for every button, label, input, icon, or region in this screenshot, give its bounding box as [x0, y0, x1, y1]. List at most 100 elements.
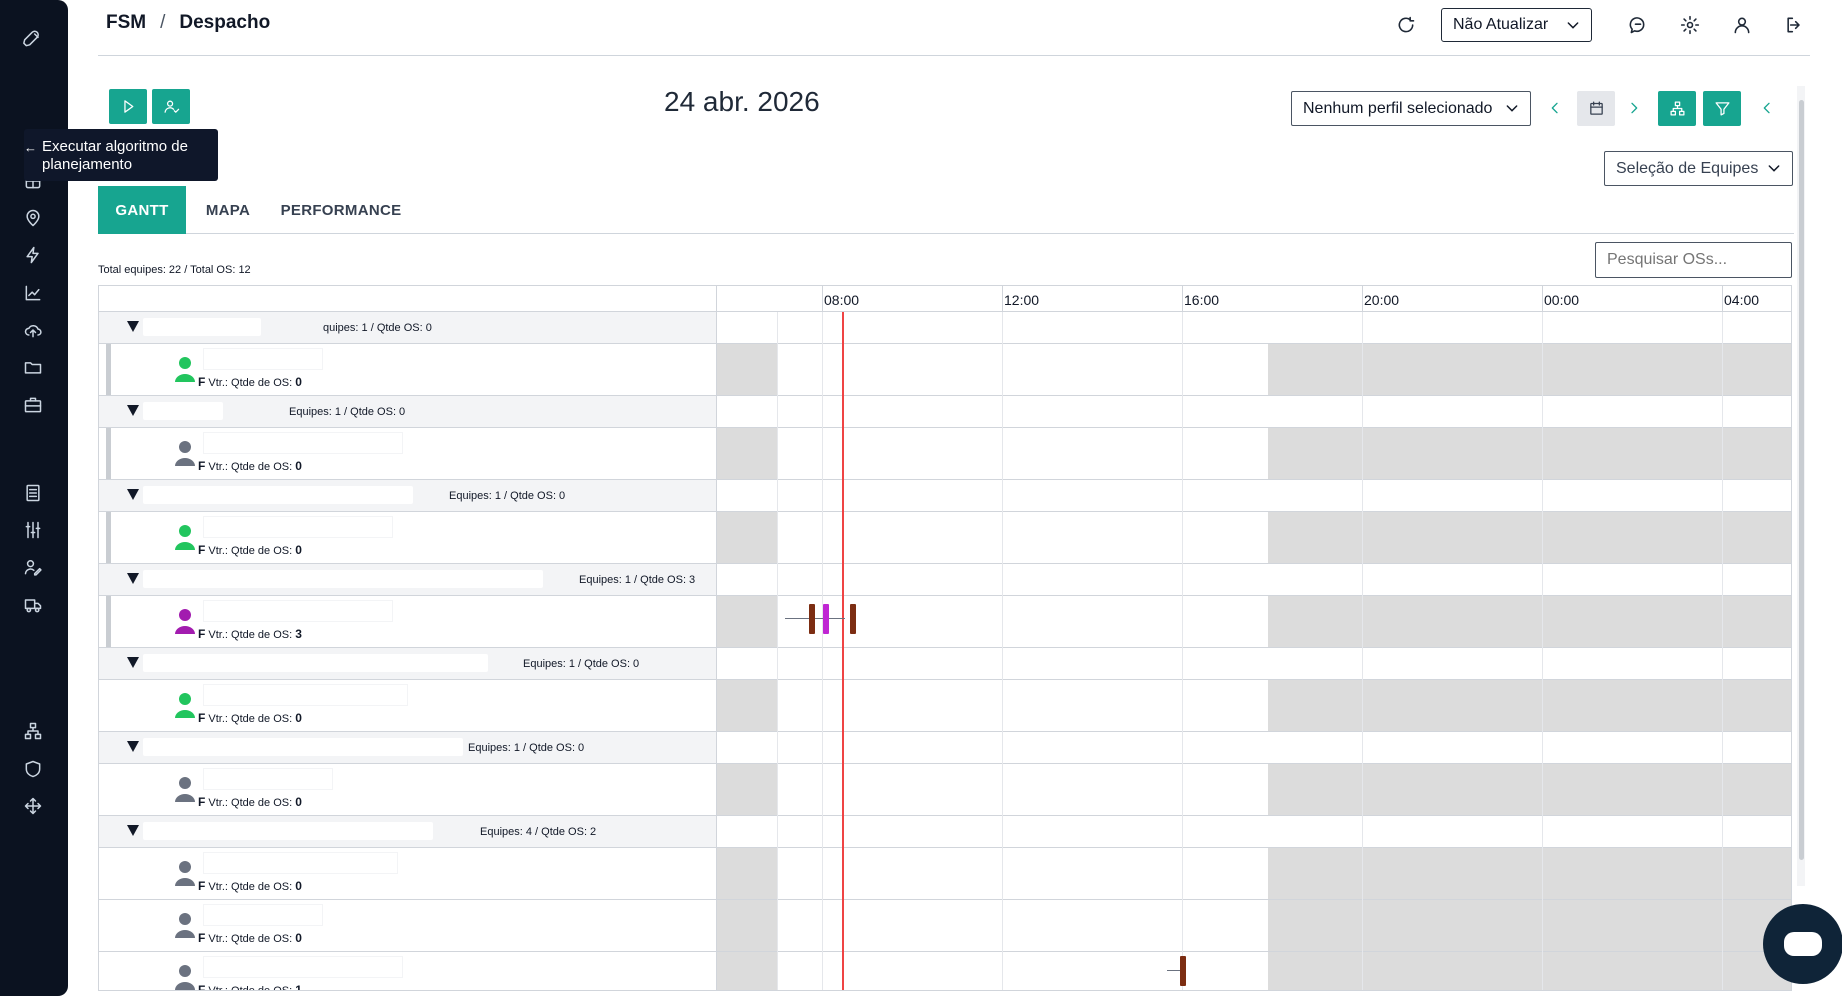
- redacted-member-name: [203, 516, 393, 538]
- chat-icon[interactable]: [1625, 12, 1651, 38]
- timeline-member-row: [717, 680, 1791, 732]
- person-icon: [174, 860, 196, 886]
- time-tick-label: 20:00: [1364, 292, 1400, 308]
- off-hours-shade: [717, 952, 777, 990]
- team-member-row[interactable]: F Vtr.: Qtde de OS: 0: [99, 428, 716, 480]
- chart-icon[interactable]: [20, 280, 46, 306]
- tab-mapa[interactable]: MAPA: [198, 186, 258, 234]
- hierarchy-view-button[interactable]: [1658, 91, 1696, 126]
- tab-gantt[interactable]: GANTT: [98, 186, 186, 234]
- service-order-bar[interactable]: [1180, 956, 1186, 986]
- person-icon: [174, 964, 196, 990]
- gantt-team-list: ▲ quipes: 1 / Qtde OS: 0F Vtr.: Qtde de …: [99, 286, 717, 990]
- off-hours-shade: [1268, 764, 1791, 815]
- team-member-row[interactable]: F Vtr.: Qtde de OS: 0: [99, 848, 716, 900]
- tooltip-text: Executar algoritmo de planejamento: [42, 138, 188, 173]
- move-icon[interactable]: [20, 793, 46, 819]
- time-tick-label: 12:00: [1004, 292, 1040, 308]
- chevron-right-icon: [1631, 102, 1638, 114]
- list-icon[interactable]: [20, 480, 46, 506]
- team-group-row[interactable]: Equipes: 1 / Qtde OS: 0: [99, 648, 716, 680]
- auto-refresh-value: Não Atualizar: [1453, 16, 1549, 33]
- breadcrumb-app[interactable]: FSM: [106, 12, 146, 33]
- service-order-bar[interactable]: [809, 604, 815, 634]
- redacted-member-name: [203, 956, 403, 978]
- play-icon: [123, 100, 133, 113]
- profile-select[interactable]: Nenhum perfil selecionado: [1291, 91, 1531, 126]
- team-group-row[interactable]: Equipes: 1 / Qtde OS: 0: [99, 480, 716, 512]
- collapse-triangle-icon[interactable]: [127, 405, 139, 416]
- user-icon[interactable]: [1729, 12, 1755, 38]
- team-member-row[interactable]: F Vtr.: Qtde de OS: 1: [99, 952, 716, 990]
- run-algorithm-button[interactable]: [109, 89, 147, 124]
- lightning-icon[interactable]: [20, 242, 46, 268]
- folder-icon[interactable]: [20, 354, 46, 380]
- collapse-triangle-icon[interactable]: [127, 489, 139, 500]
- team-group-row[interactable]: Equipes: 1 / Qtde OS: 0: [99, 396, 716, 428]
- person-icon: [174, 776, 196, 802]
- map-pin-icon[interactable]: [20, 205, 46, 231]
- collapse-triangle-icon[interactable]: [127, 741, 139, 752]
- grid-line: [1722, 312, 1723, 990]
- filter-button[interactable]: [1703, 91, 1741, 126]
- collapse-triangle-icon[interactable]: [127, 321, 139, 332]
- calendar-button[interactable]: [1577, 91, 1615, 126]
- off-hours-shade: [717, 428, 777, 479]
- calendar-icon: [1589, 101, 1603, 115]
- off-hours-shade: [1268, 428, 1791, 479]
- hierarchy-icon[interactable]: [20, 718, 46, 744]
- team-member-row[interactable]: F Vtr.: Qtde de OS: 0: [99, 344, 716, 396]
- gear-icon[interactable]: [1677, 12, 1703, 38]
- collapse-triangle-icon[interactable]: [127, 825, 139, 836]
- refresh-icon[interactable]: [1393, 12, 1419, 38]
- service-order-bar[interactable]: [823, 604, 829, 634]
- person-icon: [174, 356, 196, 382]
- team-group-row[interactable]: Equipes: 1 / Qtde OS: 3: [99, 564, 716, 596]
- group-summary: Equipes: 1 / Qtde OS: 0: [468, 742, 585, 754]
- shield-icon[interactable]: [20, 756, 46, 782]
- search-os-input[interactable]: [1595, 242, 1792, 278]
- truck-icon[interactable]: [20, 592, 46, 618]
- collapse-triangle-icon[interactable]: [127, 573, 139, 584]
- team-member-row[interactable]: F Vtr.: Qtde de OS: 0: [99, 680, 716, 732]
- timeline-member-row: [717, 764, 1791, 816]
- team-member-row[interactable]: F Vtr.: Qtde de OS: 0: [99, 764, 716, 816]
- team-group-row[interactable]: quipes: 1 / Qtde OS: 0: [99, 312, 716, 344]
- group-summary: Equipes: 1 / Qtde OS: 3: [579, 574, 696, 586]
- collapse-triangle-icon[interactable]: [127, 657, 139, 668]
- redacted-member-name: [203, 348, 323, 370]
- sliders-icon[interactable]: [20, 517, 46, 543]
- rocket-icon[interactable]: [20, 26, 46, 52]
- redacted-member-name: [203, 852, 398, 874]
- page-scrollbar-thumb[interactable]: [1799, 100, 1804, 860]
- timeline-group-row: [717, 312, 1791, 344]
- logout-icon[interactable]: [1781, 12, 1807, 38]
- team-member-row[interactable]: F Vtr.: Qtde de OS: 0: [99, 512, 716, 564]
- team-selection-select[interactable]: Seleção de Equipes: [1604, 151, 1793, 186]
- off-hours-shade: [717, 512, 777, 563]
- team-selection-value: Seleção de Equipes: [1616, 160, 1759, 177]
- team-group-row[interactable]: Equipes: 1 / Qtde OS: 0: [99, 732, 716, 764]
- cloud-upload-icon[interactable]: [20, 317, 46, 343]
- previous-day-button[interactable]: [1545, 97, 1565, 119]
- redacted-member-name: [203, 768, 333, 790]
- gantt-chart: ▲ quipes: 1 / Qtde OS: 0F Vtr.: Qtde de …: [98, 285, 1792, 991]
- assign-team-button[interactable]: [152, 89, 190, 124]
- person-icon: [174, 608, 196, 634]
- team-group-row[interactable]: Equipes: 4 / Qtde OS: 2: [99, 816, 716, 848]
- service-order-bar[interactable]: [850, 604, 856, 634]
- group-summary: quipes: 1 / Qtde OS: 0: [323, 322, 432, 334]
- user-edit-icon[interactable]: [20, 554, 46, 580]
- next-day-button[interactable]: [1624, 97, 1644, 119]
- chat-support-button[interactable]: [1763, 904, 1842, 984]
- timeline-member-row: [717, 428, 1791, 480]
- briefcase-icon[interactable]: [20, 392, 46, 418]
- team-member-row[interactable]: F Vtr.: Qtde de OS: 0: [99, 900, 716, 952]
- chevron-down-icon: [1766, 160, 1782, 181]
- auto-refresh-select[interactable]: Não Atualizar: [1441, 8, 1592, 42]
- team-member-row[interactable]: F Vtr.: Qtde de OS: 3: [99, 596, 716, 648]
- grid-line: [1362, 312, 1363, 990]
- collapse-panel-button[interactable]: [1757, 97, 1777, 119]
- breadcrumb-separator: /: [160, 12, 166, 33]
- tab-performance[interactable]: PERFORMANCE: [276, 186, 406, 234]
